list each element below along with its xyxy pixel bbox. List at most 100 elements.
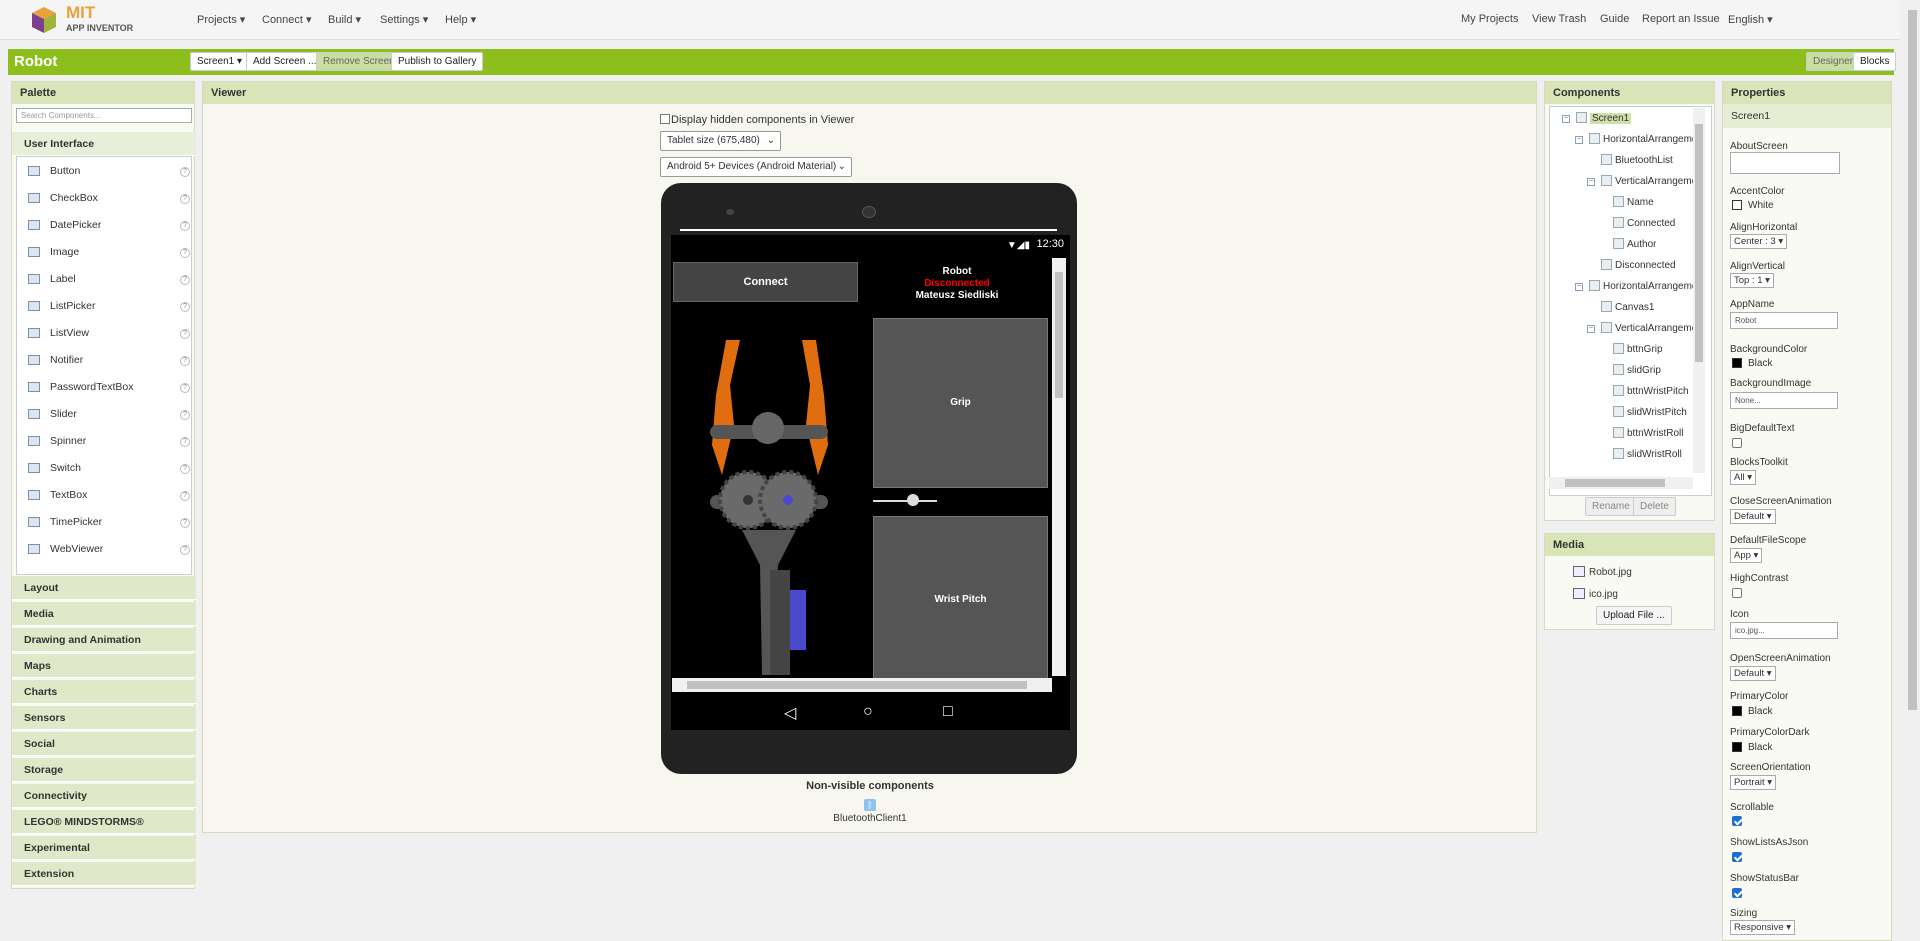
tree-item[interactable]: Screen1 — [1590, 113, 1632, 124]
palette-item-slider[interactable]: Slider? — [16, 404, 190, 426]
category-8[interactable]: Connectivity — [12, 784, 196, 808]
category-4[interactable]: Charts — [12, 680, 196, 704]
menu-connect[interactable]: Connect ▾ — [262, 13, 312, 26]
app-inventor-logo[interactable]: MIT APP INVENTOR — [28, 3, 138, 35]
wrist-pitch-button[interactable]: Wrist Pitch — [873, 516, 1048, 684]
designer-button[interactable]: Designer — [1806, 52, 1861, 71]
help-icon[interactable]: ? — [180, 302, 190, 312]
palette-item-label[interactable]: Label? — [16, 269, 190, 291]
scroll-thumb[interactable] — [1908, 10, 1917, 710]
back-nav-icon[interactable]: ◁ — [784, 703, 796, 723]
collapse-toggle-icon[interactable]: − — [1575, 136, 1583, 144]
prop-close-anim-select[interactable]: Default ▾ — [1730, 509, 1776, 524]
scroll-thumb[interactable] — [687, 681, 1027, 689]
palette-search-input[interactable]: Search Components... — [16, 108, 192, 123]
scrollable-checkbox[interactable] — [1732, 816, 1742, 826]
connect-button[interactable]: Connect — [673, 262, 858, 302]
rename-button[interactable]: Rename — [1585, 497, 1637, 516]
help-icon[interactable]: ? — [180, 518, 190, 528]
help-icon[interactable]: ? — [180, 275, 190, 285]
menu-help[interactable]: Help ▾ — [445, 13, 476, 26]
blocks-button[interactable]: Blocks — [1853, 52, 1897, 71]
accent-color-swatch[interactable] — [1732, 200, 1742, 210]
help-icon[interactable]: ? — [180, 464, 190, 474]
palette-item-notifier[interactable]: Notifier? — [16, 350, 190, 372]
tree-item[interactable]: HorizontalArrangement2 — [1603, 281, 1693, 292]
palette-item-listview[interactable]: ListView? — [16, 323, 190, 345]
scroll-thumb[interactable] — [1695, 124, 1703, 362]
media-file-ico[interactable]: ico.jpg — [1589, 589, 1618, 600]
menu-projects[interactable]: Projects ▾ — [197, 13, 245, 26]
prop-accent-value[interactable]: White — [1748, 200, 1774, 211]
palette-item-textbox[interactable]: TextBox? — [16, 485, 190, 507]
category-9[interactable]: LEGO® MINDSTORMS® — [12, 810, 196, 834]
tree-item[interactable]: bttnWristRoll — [1627, 428, 1684, 439]
phone-horizontal-scrollbar[interactable] — [672, 678, 1052, 692]
prop-bgimg-input[interactable]: None... — [1730, 392, 1838, 409]
phone-vertical-scrollbar[interactable] — [1052, 258, 1066, 676]
link-my-projects[interactable]: My Projects — [1461, 13, 1518, 25]
prop-icon-input[interactable]: ico.jpg... — [1730, 622, 1838, 639]
tree-item[interactable]: slidGrip — [1627, 365, 1661, 376]
bg-color-swatch[interactable] — [1732, 358, 1742, 368]
collapse-toggle-icon[interactable]: − — [1587, 325, 1595, 333]
category-3[interactable]: Maps — [12, 654, 196, 678]
language-selector[interactable]: English ▾ — [1728, 13, 1773, 26]
category-5[interactable]: Sensors — [12, 706, 196, 730]
statusbar-checkbox[interactable] — [1732, 888, 1742, 898]
link-guide[interactable]: Guide — [1600, 13, 1629, 25]
category-11[interactable]: Extension — [12, 862, 196, 886]
publish-gallery-button[interactable]: Publish to Gallery — [391, 52, 484, 71]
palette-item-button[interactable]: Button? — [16, 161, 190, 183]
palette-item-checkbox[interactable]: CheckBox? — [16, 188, 190, 210]
grip-button[interactable]: Grip — [873, 318, 1048, 488]
help-icon[interactable]: ? — [180, 383, 190, 393]
menu-settings[interactable]: Settings ▾ — [380, 13, 428, 26]
remove-screen-button[interactable]: Remove Screen — [316, 52, 402, 71]
collapse-toggle-icon[interactable]: − — [1575, 283, 1583, 291]
help-icon[interactable]: ? — [180, 329, 190, 339]
contrast-checkbox[interactable] — [1732, 588, 1742, 598]
palette-item-webviewer[interactable]: WebViewer? — [16, 539, 190, 561]
category-2[interactable]: Drawing and Animation — [12, 628, 196, 652]
palette-item-timepicker[interactable]: TimePicker? — [16, 512, 190, 534]
category-7[interactable]: Storage — [12, 758, 196, 782]
prop-about-textarea[interactable] — [1730, 152, 1840, 174]
tree-vertical-scrollbar[interactable] — [1693, 108, 1705, 473]
tree-item[interactable]: BluetoothList — [1615, 155, 1673, 166]
link-view-trash[interactable]: View Trash — [1532, 13, 1586, 25]
prop-appname-input[interactable]: Robot — [1730, 312, 1838, 329]
help-icon[interactable]: ? — [180, 356, 190, 366]
tree-item[interactable]: bttnWristPitch — [1627, 386, 1689, 397]
tree-item[interactable]: VerticalArrangement2 — [1615, 323, 1693, 334]
page-scrollbar[interactable] — [1905, 0, 1920, 941]
category-1[interactable]: Media — [12, 602, 196, 626]
help-icon[interactable]: ? — [180, 545, 190, 555]
upload-file-button[interactable]: Upload File ... — [1596, 606, 1672, 625]
prop-alignv-select[interactable]: Top : 1 ▾ — [1730, 273, 1774, 288]
link-report-issue[interactable]: Report an Issue — [1642, 13, 1720, 25]
prop-alignh-select[interactable]: Center : 3 ▾ — [1730, 234, 1788, 249]
prop-sizing-select[interactable]: Responsive ▾ — [1730, 920, 1796, 935]
tree-item[interactable]: Connected — [1627, 218, 1675, 229]
tree-item[interactable]: slidWristRoll — [1627, 449, 1682, 460]
tablet-size-select[interactable]: Tablet size (675,480) ⌄ — [660, 131, 781, 151]
help-icon[interactable]: ? — [180, 491, 190, 501]
palette-item-datepicker[interactable]: DatePicker? — [16, 215, 190, 237]
grip-slider-track[interactable] — [873, 500, 937, 502]
palette-item-spinner[interactable]: Spinner? — [16, 431, 190, 453]
category-0[interactable]: Layout — [12, 576, 196, 600]
tree-item[interactable]: bttnGrip — [1627, 344, 1663, 355]
prop-bg-value[interactable]: Black — [1748, 358, 1772, 369]
scroll-thumb[interactable] — [1055, 272, 1063, 398]
prop-scope-select[interactable]: App ▾ — [1730, 548, 1763, 563]
tree-item[interactable]: Disconnected — [1615, 260, 1676, 271]
delete-button[interactable]: Delete — [1633, 497, 1676, 516]
help-icon[interactable]: ? — [180, 248, 190, 258]
recents-nav-icon[interactable]: □ — [943, 703, 953, 721]
help-icon[interactable]: ? — [180, 194, 190, 204]
collapse-toggle-icon[interactable]: − — [1587, 178, 1595, 186]
home-nav-icon[interactable]: ○ — [863, 703, 873, 721]
prop-open-anim-select[interactable]: Default ▾ — [1730, 666, 1776, 681]
theme-select[interactable]: Android 5+ Devices (Android Material) ⌄ — [660, 157, 852, 177]
